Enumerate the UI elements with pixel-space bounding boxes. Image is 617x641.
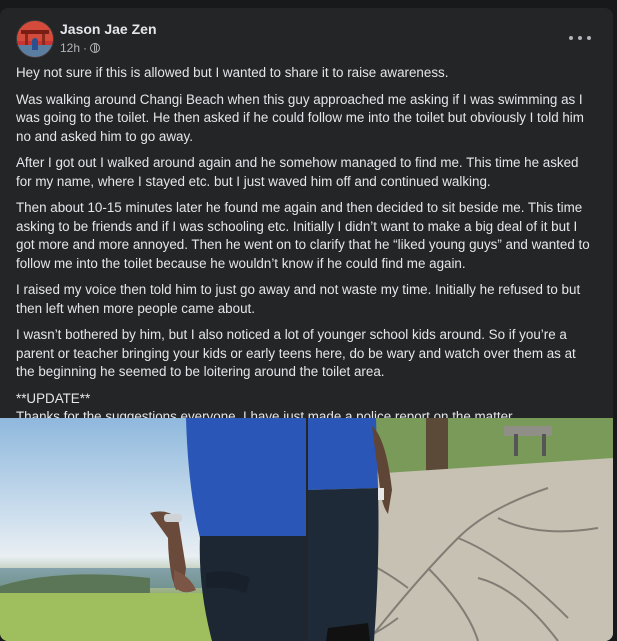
post-photos (0, 418, 613, 641)
more-options-icon[interactable] (569, 28, 591, 48)
post-timestamp[interactable]: 12h (60, 41, 80, 55)
post-paragraph: I wasn’t bothered by him, but I also not… (16, 327, 576, 379)
meta-separator: · (83, 41, 88, 55)
update-heading: **UPDATE** (16, 390, 91, 406)
post-paragraph: After I got out I walked around again an… (16, 155, 579, 189)
author-name[interactable]: Jason Jae Zen (60, 21, 157, 37)
author-avatar[interactable] (16, 20, 54, 58)
post-meta: 12h · (60, 41, 101, 55)
post-photo-left[interactable] (0, 418, 306, 641)
post-paragraph: Was walking around Changi Beach when thi… (16, 91, 584, 144)
post-paragraph: Hey not sure if this is allowed but I wa… (16, 65, 449, 80)
post-body: Hey not sure if this is allowed but I wa… (16, 64, 596, 427)
post-card: Jason Jae Zen 12h · Hey not sure if this… (0, 8, 613, 641)
post-paragraph: I raised my voice then told him to just … (16, 282, 581, 316)
globe-icon[interactable] (90, 43, 101, 53)
post-photo-right[interactable] (308, 418, 613, 641)
post-paragraph: Then about 10-15 minutes later he found … (16, 200, 590, 271)
post-header: Jason Jae Zen 12h · (16, 20, 597, 60)
